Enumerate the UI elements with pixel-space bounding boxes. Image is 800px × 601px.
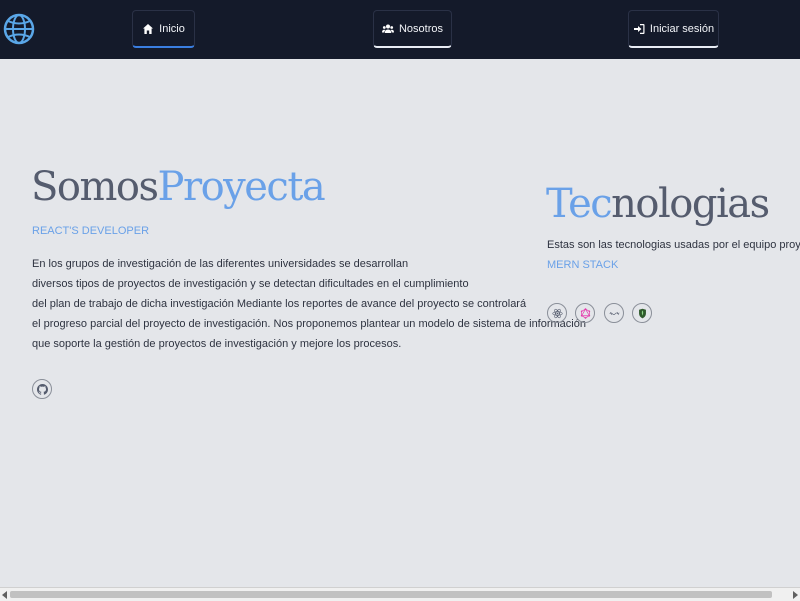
tech-title-part2: nologias [611,181,770,227]
nav-nosotros-label: Nosotros [398,22,444,35]
mongodb-icon[interactable] [632,303,652,323]
react-icon[interactable] [547,303,567,323]
scroll-right-arrow-icon[interactable] [793,591,798,599]
paragraph-line: del plan de trabajo de dicha investigaci… [32,298,527,310]
nav-inicio-button[interactable]: Inicio [132,10,195,48]
navbar: Inicio Nosotros Iniciar sesión [0,0,800,59]
github-icon[interactable] [32,379,52,399]
nav-iniciar-sesion-label: Iniciar sesión [649,22,715,35]
hero-paragraph: En los grupos de investigación de las di… [32,254,586,354]
graphql-icon[interactable] [575,303,595,323]
hero-subtitle: REACT'S DEVELOPER [32,225,150,237]
tech-title: Tecnologias [546,181,770,227]
hero-title: SomosProyecta [31,164,326,210]
scrollbar-thumb[interactable] [10,591,772,598]
tech-stack-label: MERN STACK [547,259,619,271]
horizontal-scrollbar[interactable] [0,587,800,601]
main-content: SomosProyecta REACT'S DEVELOPER En los g… [0,59,800,587]
globe-logo-icon[interactable] [3,9,35,49]
hero-title-part2: Proyecta [157,164,326,210]
express-icon[interactable] [604,303,624,323]
tech-description: Estas son las tecnologias usadas por el … [547,239,800,251]
paragraph-line: diversos tipos de proyectos de investiga… [32,278,469,290]
scroll-left-arrow-icon[interactable] [2,591,7,599]
home-icon [142,23,154,35]
paragraph-line: En los grupos de investigación de las di… [32,258,409,270]
nav-inicio-label: Inicio [159,22,185,35]
paragraph-line: que soporte la gestión de proyectos de i… [32,338,402,350]
nav-iniciar-sesion-button[interactable]: Iniciar sesión [628,10,719,48]
paragraph-line: el progreso parcial del proyecto de inve… [32,318,586,330]
users-icon [381,23,394,35]
nav-nosotros-button[interactable]: Nosotros [373,10,452,48]
sign-in-icon [633,23,645,35]
tech-title-part1: Tec [546,181,613,227]
hero-title-part1: Somos [31,164,159,210]
